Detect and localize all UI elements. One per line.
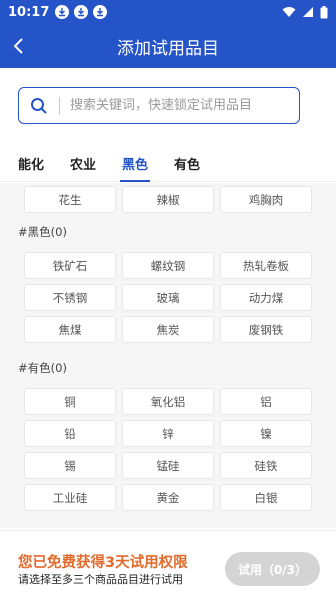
item-chip[interactable]: 不锈钢 bbox=[24, 284, 116, 311]
tab-heise[interactable]: 黑色 bbox=[120, 146, 151, 182]
search-divider bbox=[59, 96, 60, 115]
partial-row: 花生 辣椒 鸡胸肉 bbox=[24, 186, 314, 213]
item-chip[interactable]: 铅 bbox=[24, 420, 116, 447]
download-icon bbox=[93, 5, 108, 19]
search-input[interactable] bbox=[70, 98, 290, 113]
item-chip[interactable]: 辣椒 bbox=[122, 186, 214, 213]
item-chip[interactable]: 热轧卷板 bbox=[220, 252, 312, 279]
item-list[interactable]: 花生 辣椒 鸡胸肉 #黑色(0) 铁矿石 螺纹钢 热轧卷板 不锈钢 玻璃 动力煤… bbox=[0, 183, 336, 528]
item-chip[interactable]: 花生 bbox=[24, 186, 116, 213]
download-icon bbox=[74, 5, 89, 19]
item-chip[interactable]: 锰硅 bbox=[122, 452, 214, 479]
download-icon bbox=[55, 5, 70, 19]
item-chip[interactable]: 工业硅 bbox=[24, 484, 116, 511]
item-chip[interactable]: 铜 bbox=[24, 388, 116, 415]
item-chip[interactable]: 废钢铁 bbox=[220, 316, 312, 343]
item-chip[interactable]: 螺纹钢 bbox=[122, 252, 214, 279]
signal-icon bbox=[303, 7, 313, 17]
back-button[interactable] bbox=[6, 34, 30, 58]
section-label-youse: #有色(0) bbox=[18, 361, 67, 375]
tab-nongye[interactable]: 农业 bbox=[70, 146, 96, 182]
item-chip[interactable]: 硅铁 bbox=[220, 452, 312, 479]
status-time: 10:17 bbox=[8, 4, 50, 20]
trial-promo-text: 您已免费获得3天试用权限 bbox=[18, 555, 188, 571]
section-label-heise: #黑色(0) bbox=[18, 225, 67, 239]
battery-icon bbox=[320, 5, 328, 18]
status-bar: 10:17 bbox=[0, 0, 336, 24]
item-chip[interactable]: 玻璃 bbox=[122, 284, 214, 311]
item-chip[interactable]: 铁矿石 bbox=[24, 252, 116, 279]
section-grid-youse: 铜 氧化铝 铝 铅 锌 镍 锡 锰硅 硅铁 工业硅 黄金 白银 bbox=[24, 388, 314, 511]
item-chip[interactable]: 白银 bbox=[220, 484, 312, 511]
bottom-bar: 您已免费获得3天试用权限 请选择至多三个商品品目进行试用 试用（0/3） bbox=[0, 530, 336, 600]
item-chip[interactable]: 铝 bbox=[220, 388, 312, 415]
trial-hint-text: 请选择至多三个商品品目进行试用 bbox=[18, 573, 183, 586]
item-chip[interactable]: 锡 bbox=[24, 452, 116, 479]
wifi-icon bbox=[282, 7, 296, 17]
tab-nenghua[interactable]: 能化 bbox=[18, 146, 44, 182]
item-chip[interactable]: 锌 bbox=[122, 420, 214, 447]
item-chip[interactable]: 鸡胸肉 bbox=[220, 186, 312, 213]
item-chip[interactable]: 焦炭 bbox=[122, 316, 214, 343]
item-chip[interactable]: 黄金 bbox=[122, 484, 214, 511]
item-chip[interactable]: 焦煤 bbox=[24, 316, 116, 343]
app-bar: 添加试用品目 bbox=[0, 24, 336, 68]
search-icon bbox=[19, 88, 59, 123]
item-chip[interactable]: 动力煤 bbox=[220, 284, 312, 311]
chevron-left-icon bbox=[13, 38, 23, 54]
item-chip[interactable]: 氧化铝 bbox=[122, 388, 214, 415]
try-button[interactable]: 试用（0/3） bbox=[225, 552, 320, 586]
search-box[interactable] bbox=[18, 87, 300, 124]
category-tabs: 能化 农业 黑色 有色 bbox=[0, 146, 336, 182]
section-grid-heise: 铁矿石 螺纹钢 热轧卷板 不锈钢 玻璃 动力煤 焦煤 焦炭 废钢铁 bbox=[24, 252, 314, 343]
item-chip[interactable]: 镍 bbox=[220, 420, 312, 447]
tab-youse[interactable]: 有色 bbox=[174, 146, 200, 182]
page-title: 添加试用品目 bbox=[117, 38, 219, 59]
